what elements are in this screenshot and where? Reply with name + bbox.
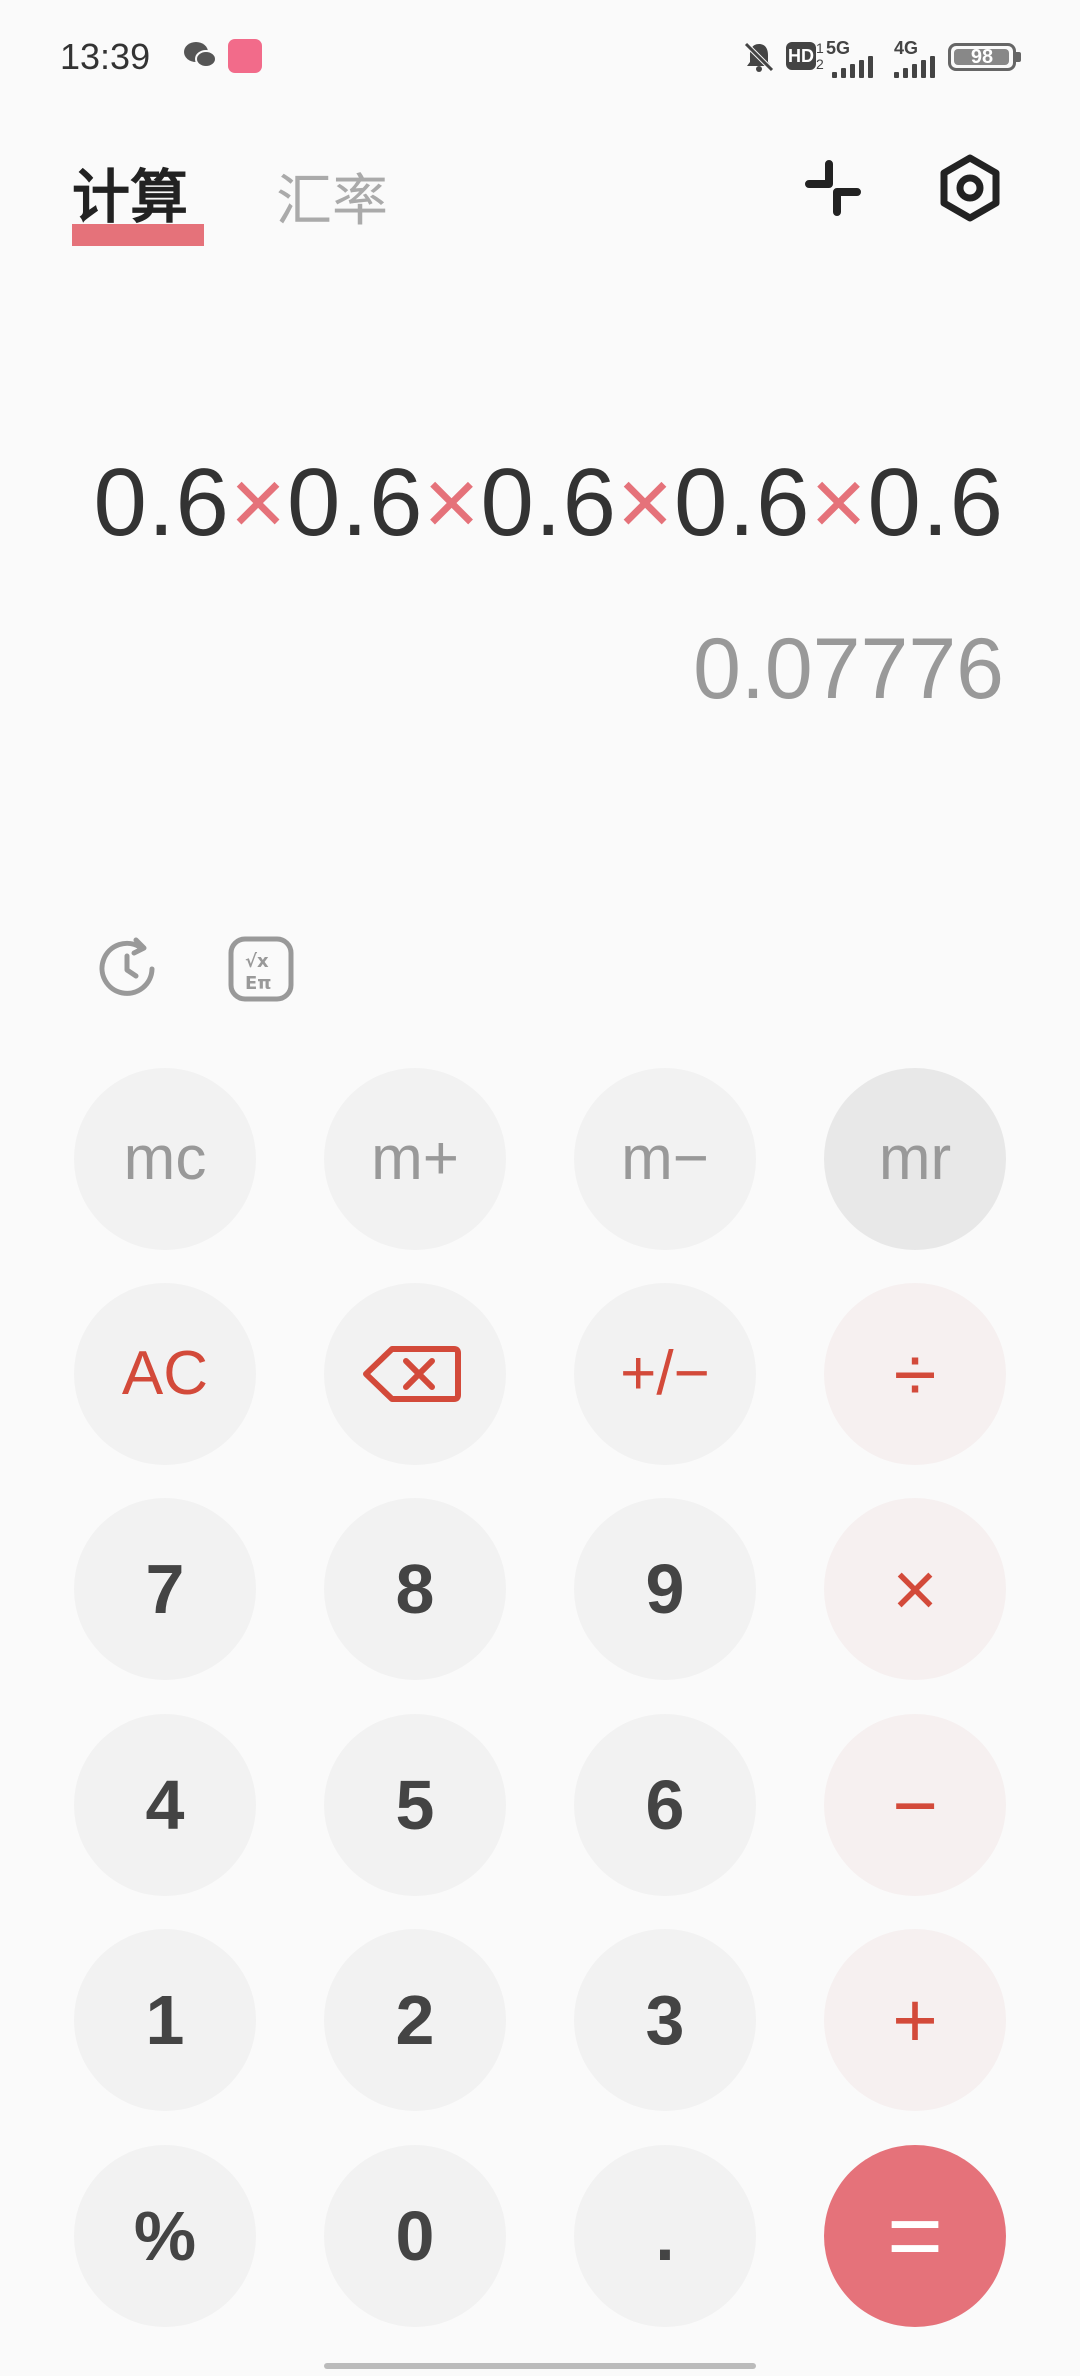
equals-button[interactable]: = — [824, 2145, 1006, 2327]
divide-button[interactable]: ÷ — [824, 1283, 1006, 1465]
backspace-icon — [363, 1346, 461, 1402]
digit-4-button[interactable]: 4 — [74, 1714, 256, 1896]
digit-0-button[interactable]: 0 — [324, 2145, 506, 2327]
wechat-icon — [184, 42, 217, 68]
scientific-icon[interactable]: √x Eπ — [226, 934, 296, 1004]
svg-text:Eπ: Eπ — [245, 973, 272, 994]
digit-1-button[interactable]: 1 — [74, 1929, 256, 2111]
expression-display: 0.6×0.6×0.6×0.6×0.6 — [93, 448, 1004, 558]
backspace-button[interactable] — [324, 1283, 506, 1465]
tab-calculator[interactable]: 计算 — [72, 150, 188, 234]
tab-exchange-rate[interactable]: 汇率 — [276, 156, 388, 237]
active-tab-indicator — [72, 224, 204, 246]
memory-clear-button[interactable]: mc — [74, 1068, 256, 1250]
sign-toggle-button[interactable]: +/− — [574, 1283, 756, 1465]
expression-operand: 0.6 — [674, 449, 811, 556]
decimal-point-button[interactable]: . — [574, 2145, 756, 2327]
expression-operand: 0.6 — [287, 449, 424, 556]
memory-add-button[interactable]: m+ — [324, 1068, 506, 1250]
settings-icon[interactable] — [932, 150, 1008, 226]
expression-operator: × — [423, 449, 481, 556]
hd-icon: HD — [786, 42, 816, 70]
expression-operand: 0.6 — [480, 449, 617, 556]
digit-5-button[interactable]: 5 — [324, 1714, 506, 1896]
expression-operand: 0.6 — [93, 449, 230, 556]
bell-muted-icon — [744, 42, 774, 72]
signal-bars-icon — [894, 56, 936, 78]
multiply-button[interactable]: × — [824, 1498, 1006, 1680]
all-clear-button[interactable]: AC — [74, 1283, 256, 1465]
expression-operator: × — [229, 449, 287, 556]
collapse-icon[interactable] — [795, 150, 871, 226]
percent-button[interactable]: % — [74, 2145, 256, 2327]
expression-operator: × — [616, 449, 675, 556]
digit-8-button[interactable]: 8 — [324, 1498, 506, 1680]
digit-9-button[interactable]: 9 — [574, 1498, 756, 1680]
memory-recall-button[interactable]: mr — [824, 1068, 1006, 1250]
bilibili-icon — [228, 39, 262, 73]
digit-6-button[interactable]: 6 — [574, 1714, 756, 1896]
expression-operand: 0.6 — [867, 449, 1004, 556]
svg-text:√x: √x — [245, 951, 269, 972]
digit-3-button[interactable]: 3 — [574, 1929, 756, 2111]
minus-button[interactable]: − — [824, 1714, 1006, 1896]
home-indicator[interactable] — [324, 2363, 756, 2369]
expression-operator: × — [810, 449, 868, 556]
battery-tip — [1016, 52, 1021, 62]
plus-button[interactable]: + — [824, 1929, 1006, 2111]
history-icon[interactable] — [92, 934, 162, 1004]
memory-subtract-button[interactable]: m− — [574, 1068, 756, 1250]
digit-2-button[interactable]: 2 — [324, 1929, 506, 2111]
result-display: 0.07776 — [693, 621, 1004, 717]
battery-level: 98 — [970, 46, 994, 68]
signal-bars-icon — [832, 56, 874, 78]
battery-icon: 98 — [948, 43, 1016, 71]
status-time: 13:39 — [60, 36, 151, 77]
hd-sub-label: 12 — [816, 40, 824, 72]
digit-7-button[interactable]: 7 — [74, 1498, 256, 1680]
status-bar: 13:39 HD 12 5G 4G 98 — [0, 0, 1080, 110]
